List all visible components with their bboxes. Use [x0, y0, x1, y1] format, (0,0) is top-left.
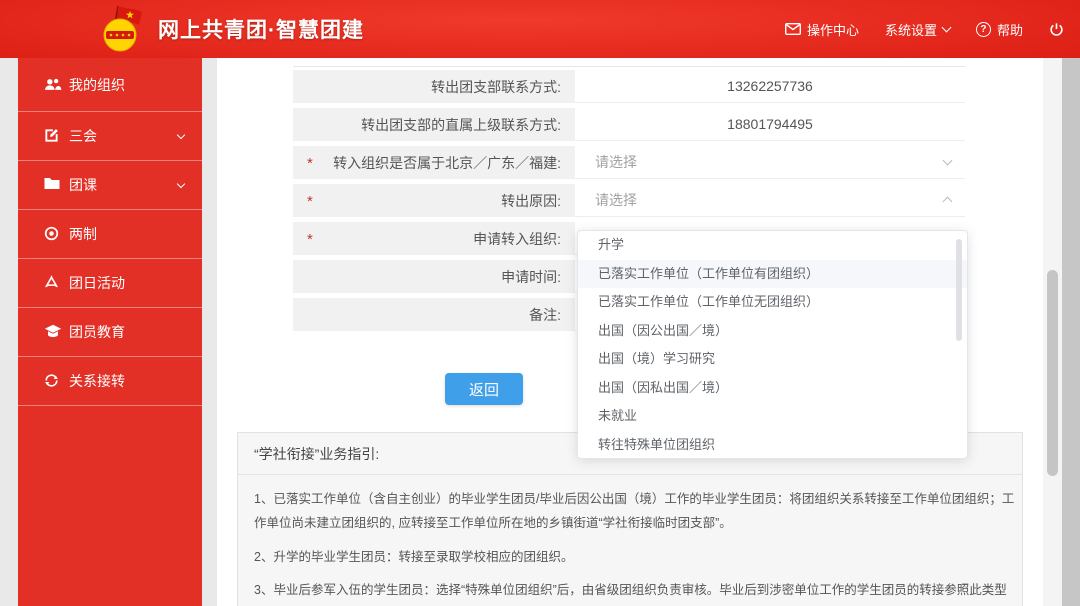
question-icon: ? — [975, 21, 991, 37]
required-marker: * — [307, 193, 313, 210]
nav-help[interactable]: ? 帮助 — [975, 20, 1023, 39]
chevron-up-icon — [942, 196, 953, 207]
guide-body: 1、已落实工作单位（含自主创业）的毕业学生团员/毕业后因公出国（境）工作的毕业学… — [238, 475, 1022, 606]
sidebar-item-two-systems[interactable]: 两制 — [18, 210, 202, 259]
form-label: * 转入组织是否属于北京／广东／福建: — [293, 146, 575, 179]
dropdown-option-work-without-league[interactable]: 已落实工作单位（工作单位无团组织） — [578, 288, 967, 317]
dropdown-option-unemployed[interactable]: 未就业 — [578, 402, 967, 431]
transfer-reason-dropdown: 升学 已落实工作单位（工作单位有团组织） 已落实工作单位（工作单位无团组织） 出… — [577, 230, 968, 459]
sidebar-item-relationship-transfer[interactable]: 关系接转 — [18, 357, 202, 406]
form-row-region: * 转入组织是否属于北京／广东／福建: 请选择 — [293, 146, 965, 179]
sidebar-item-member-education[interactable]: 团员教育 — [18, 308, 202, 357]
guide-paragraph: 1、已落实工作单位（含自主创业）的毕业学生团员/毕业后因公出国（境）工作的毕业学… — [254, 492, 1015, 531]
folder-icon — [44, 177, 62, 193]
chevron-down-icon — [941, 22, 952, 33]
dropdown-option-special-unit[interactable]: 转往特殊单位团组织 — [578, 431, 967, 459]
select-placeholder: 请选择 — [595, 192, 637, 208]
dropdown-option-abroad-study[interactable]: 出国（境）学习研究 — [578, 345, 967, 374]
chevron-down-icon — [942, 155, 953, 166]
header-nav: 操作中心 系统设置 ? 帮助 — [784, 0, 1064, 58]
graduation-cap-icon — [44, 324, 62, 340]
sidebar-item-label: 团课 — [69, 177, 97, 193]
form-row-parent-contact: 转出团支部的直属上级联系方式: 18801794495 — [293, 108, 965, 141]
form-label: 申请时间: — [293, 260, 575, 293]
form-label: 转出团支部联系方式: — [293, 70, 575, 103]
chevron-down-icon — [176, 179, 186, 188]
sidebar-item-label: 团员教育 — [69, 324, 125, 340]
dropdown-option-abroad-official[interactable]: 出国（因公出国／境） — [578, 317, 967, 346]
chevron-down-icon — [176, 130, 186, 139]
nav-operation-center[interactable]: 操作中心 — [784, 20, 859, 39]
nav-system-settings[interactable]: 系统设置 — [884, 20, 952, 39]
divider — [293, 66, 965, 67]
nav-label: 系统设置 — [884, 22, 937, 38]
transfer-reason-select[interactable]: 请选择 — [575, 184, 965, 217]
form-label-text: 转入组织是否属于北京／广东／福建: — [333, 154, 561, 171]
page-scrollbar-thumb[interactable] — [1047, 270, 1058, 476]
branch-contact-value: 13262257736 — [575, 70, 965, 103]
sidebar-item-three-meetings[interactable]: 三会 — [18, 112, 202, 161]
region-select[interactable]: 请选择 — [575, 146, 965, 179]
app-header: 网上共青团·智慧团建 操作中心 系统设置 ? 帮助 — [0, 0, 1080, 58]
dropdown-scrollbar[interactable] — [956, 239, 962, 341]
dropdown-option-abroad-private[interactable]: 出国（因私出国／境） — [578, 374, 967, 403]
window-edge-strip — [1062, 58, 1080, 606]
dropdown-option-further-study[interactable]: 升学 — [578, 231, 967, 260]
nav-label: 操作中心 — [806, 22, 859, 38]
form-label: * 申请转入组织: — [293, 222, 575, 255]
sidebar-item-league-day-activities[interactable]: 团日活动 — [18, 259, 202, 308]
sync-icon — [44, 373, 62, 389]
sidebar-item-label: 我的组织 — [69, 76, 125, 93]
form-row-branch-contact: 转出团支部联系方式: 13262257736 — [293, 70, 965, 103]
recycle-icon — [44, 275, 62, 291]
sidebar-item-label: 关系接转 — [69, 373, 125, 389]
form-label: 转出团支部的直属上级联系方式: — [293, 108, 575, 141]
parent-contact-value: 18801794495 — [575, 108, 965, 141]
sidebar-item-label: 团日活动 — [69, 275, 125, 291]
back-button[interactable]: 返回 — [445, 373, 523, 405]
guide-paragraph: 2、升学的毕业学生团员：转接至录取学校相应的团组织。 — [254, 549, 574, 564]
form-row-transfer-reason: * 转出原因: 请选择 — [293, 184, 965, 217]
sidebar-item-label: 两制 — [69, 226, 97, 242]
sidebar: 我的组织 三会 团课 两制 团日活动 团员教育 关系接转 — [18, 58, 202, 606]
league-emblem-logo — [96, 3, 148, 55]
required-marker: * — [307, 155, 313, 172]
guide-paragraph: 3、毕业后参军入伍的学生团员：选择“特殊单位团组织”后，由省级团组织负责审核。毕… — [254, 583, 1007, 598]
target-icon — [44, 226, 62, 242]
sidebar-item-my-organization[interactable]: 我的组织 — [18, 58, 202, 112]
power-icon — [1049, 22, 1064, 37]
dropdown-option-work-with-league[interactable]: 已落实工作单位（工作单位有团组织） — [578, 259, 967, 288]
sidebar-item-label: 三会 — [69, 128, 97, 144]
users-icon — [44, 77, 62, 93]
form-label-text: 申请转入组织: — [473, 230, 561, 247]
logout-button[interactable] — [1049, 22, 1064, 37]
nav-label: 帮助 — [996, 22, 1023, 38]
form-label: 备注: — [293, 298, 575, 331]
select-placeholder: 请选择 — [595, 154, 637, 170]
sidebar-item-league-class[interactable]: 团课 — [18, 161, 202, 210]
required-marker: * — [307, 231, 313, 248]
form-label: * 转出原因: — [293, 184, 575, 217]
edit-icon — [44, 128, 62, 144]
mail-icon — [784, 23, 801, 35]
form-label-text: 转出原因: — [501, 192, 561, 209]
app-title: 网上共青团·智慧团建 — [158, 19, 364, 42]
